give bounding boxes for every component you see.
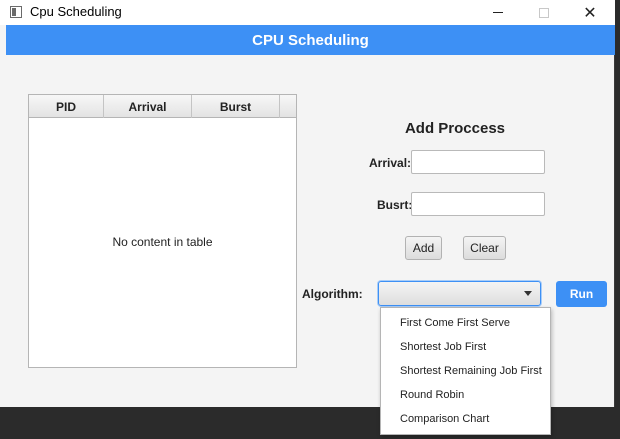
close-icon: ✕: [583, 4, 597, 22]
background-editor-right: [615, 0, 620, 439]
add-button[interactable]: Add: [405, 236, 442, 260]
arrival-label: Arrival:: [369, 156, 412, 170]
maximize-icon: [539, 7, 549, 18]
dropdown-option-srjf[interactable]: Shortest Remaining Job First: [381, 359, 550, 383]
dropdown-option-sjf[interactable]: Shortest Job First: [381, 335, 550, 359]
column-header-pid[interactable]: PID: [29, 95, 104, 118]
column-header-filler: [280, 95, 296, 118]
column-header-arrival[interactable]: Arrival: [104, 95, 192, 118]
dropdown-option-fcfs[interactable]: First Come First Serve: [381, 311, 550, 335]
app-header: CPU Scheduling: [6, 25, 615, 55]
algorithm-label: Algorithm:: [302, 287, 363, 301]
run-button[interactable]: Run: [556, 281, 607, 307]
window-title: Cpu Scheduling: [30, 4, 122, 19]
arrival-input[interactable]: [411, 150, 545, 174]
burst-input[interactable]: [411, 192, 545, 216]
table-empty-message: No content in table: [112, 235, 213, 249]
dropdown-option-round-robin[interactable]: Round Robin: [381, 383, 550, 407]
algorithm-select[interactable]: [378, 281, 541, 306]
app-icon: [10, 6, 22, 18]
burst-label: Busrt:: [377, 198, 413, 212]
dropdown-option-comparison-chart[interactable]: Comparison Chart: [381, 407, 550, 431]
minimize-icon: [493, 12, 503, 13]
table-header: PID Arrival Burst: [29, 95, 296, 118]
minimize-button[interactable]: [475, 0, 521, 25]
maximize-button[interactable]: [521, 0, 567, 25]
close-button[interactable]: ✕: [567, 0, 613, 25]
chevron-down-icon[interactable]: [524, 291, 532, 296]
process-table[interactable]: PID Arrival Burst No content in table: [28, 94, 297, 368]
clear-button[interactable]: Clear: [463, 236, 506, 260]
column-header-burst[interactable]: Burst: [192, 95, 280, 118]
app-header-title: CPU Scheduling: [252, 31, 369, 49]
title-bar[interactable]: Cpu Scheduling ✕: [0, 0, 615, 25]
add-process-title: Add Proccess: [404, 120, 506, 137]
algorithm-dropdown-list: First Come First Serve Shortest Job Firs…: [380, 307, 551, 435]
